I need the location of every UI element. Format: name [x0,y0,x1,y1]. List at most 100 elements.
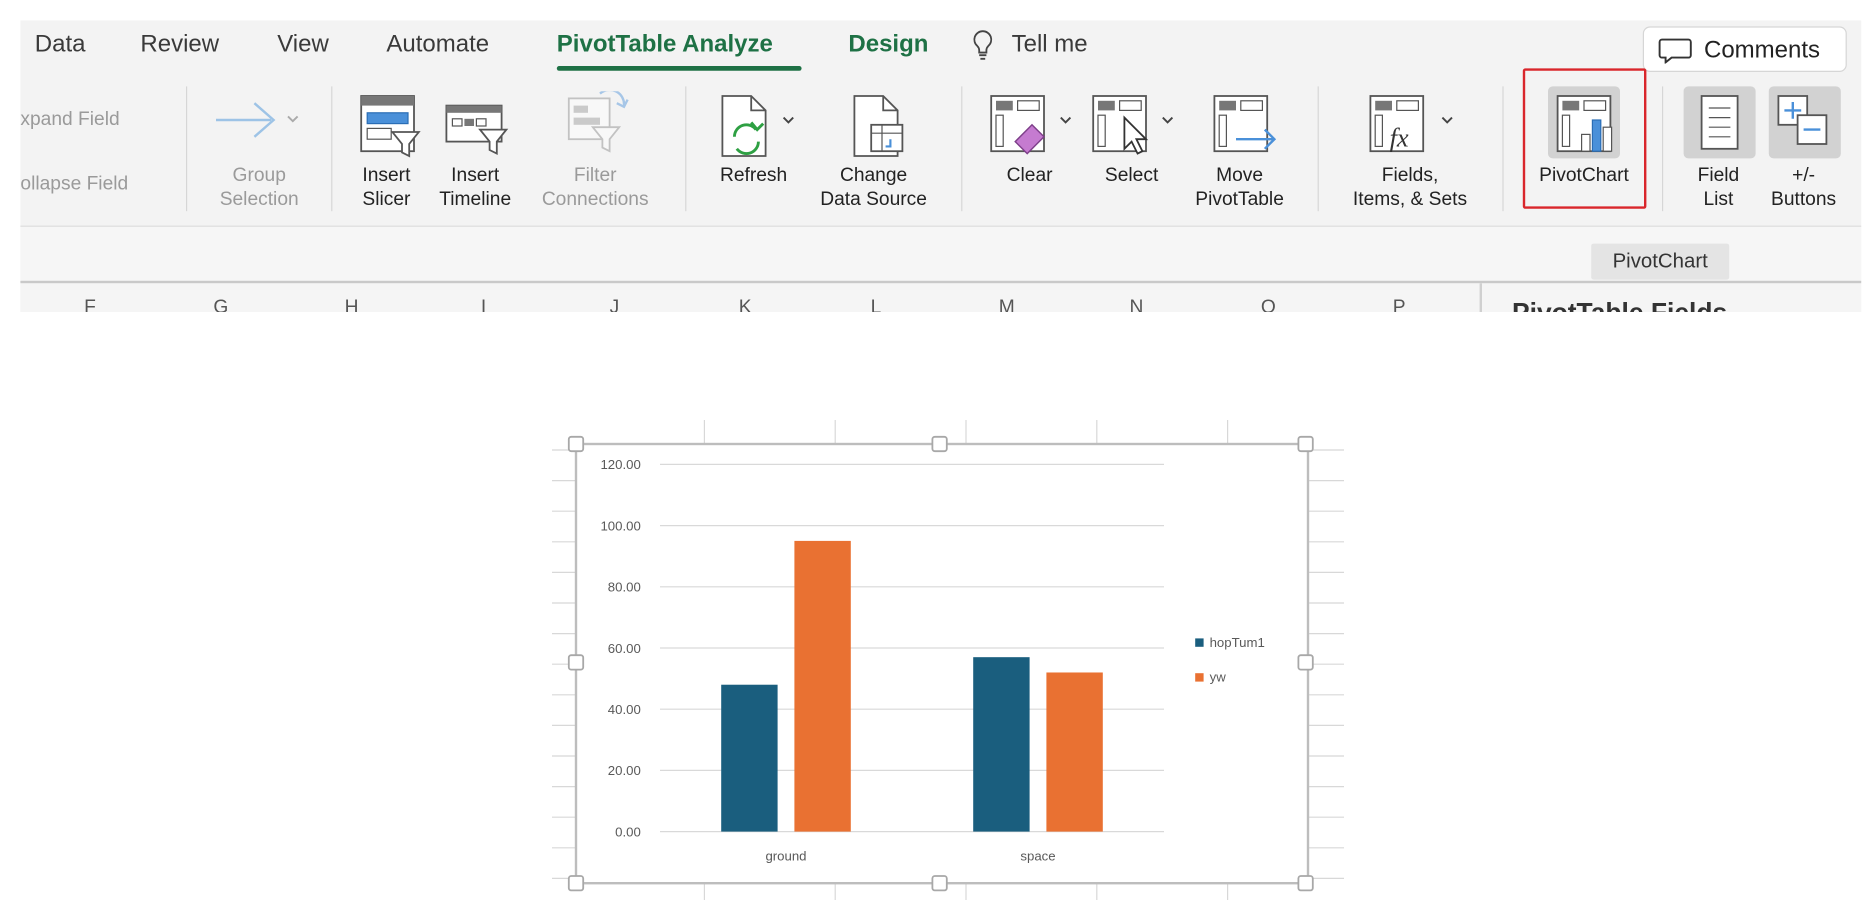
refresh-button[interactable]: Refresh [708,164,799,188]
pivotchart-highlight-box [1522,68,1647,209]
bar-hopTum1-ground[interactable] [721,684,778,832]
move-pivottable-label-1: Move [1216,165,1264,186]
filter-connections-button[interactable]: Filter Connections [532,164,659,212]
tab-view[interactable]: View [277,31,329,59]
refresh-icon [718,94,802,165]
column-header-row: F G H I J K L M N O P PivotTable Fields [20,280,1862,312]
x-tick-label: space [1020,848,1055,863]
resize-handle[interactable] [567,654,585,671]
plus-minus-buttons-button[interactable]: +/- Buttons [1762,164,1846,212]
legend-label: yw [1210,670,1227,685]
pivot-chart-svg: 0.00 20.00 40.00 60.00 80.00 100.00 120.00 gro… [552,420,1344,901]
move-pivottable-icon [1212,94,1279,162]
legend-swatch [1195,673,1204,682]
collapse-field-button[interactable]: ollapse Field [20,173,128,197]
move-pivottable-button[interactable]: Move PivotTable [1186,164,1294,212]
insert-slicer-label-1: Insert [362,165,411,186]
legend-label: hopTum1 [1210,635,1265,650]
y-tick-label: 120.00 [600,457,640,472]
column-header-o[interactable]: O [1256,298,1280,312]
column-header-m[interactable]: M [995,298,1019,312]
chart-frame[interactable] [574,442,1310,885]
resize-handle[interactable] [931,875,948,892]
column-header-l[interactable]: L [864,298,888,312]
bar-yw-space[interactable] [1046,672,1103,832]
tab-pivottable-analyze[interactable]: PivotTable Analyze [557,31,773,59]
resize-handle[interactable] [1297,875,1314,892]
column-header-p[interactable]: P [1387,298,1411,312]
insert-timeline-button[interactable]: Insert Timeline [432,164,518,212]
ribbon-separator [1502,86,1504,212]
select-button[interactable]: Select [1094,164,1168,188]
resize-handle[interactable] [1297,435,1314,453]
filter-connections-label-2: Connections [541,189,649,211]
x-tick-label: ground [765,848,806,863]
plus-minus-label-2: Buttons [1771,189,1837,211]
fields-items-sets-icon: fx [1368,94,1459,162]
resize-handle[interactable] [1297,654,1314,671]
field-list-label-2: List [1703,189,1734,211]
pane-divider [1479,283,1482,312]
expand-field-button[interactable]: xpand Field [20,108,119,132]
formula-bar[interactable] [20,225,1862,282]
column-header-f[interactable]: F [78,298,102,312]
column-header-k[interactable]: K [733,298,757,312]
resize-handle[interactable] [567,435,585,453]
ribbon-separator [1662,86,1664,212]
tab-data[interactable]: Data [35,31,86,59]
select-cursor-icon [1091,94,1180,162]
tell-me-search[interactable]: Tell me [1012,31,1088,59]
clear-button[interactable]: Clear [996,164,1063,188]
ribbon-separator [1317,86,1319,212]
y-tick-label: 80.00 [608,580,641,595]
insert-timeline-label-1: Insert [451,165,500,186]
y-tick-label: 20.00 [608,763,641,778]
ribbon-separator [685,86,687,212]
fields-items-sets-button[interactable]: Fields, Items, & Sets [1339,164,1481,212]
active-tab-indicator [556,66,802,71]
change-data-source-button[interactable]: Change Data Source [811,164,936,212]
column-header-g[interactable]: G [209,298,233,312]
y-tick-label: 100.00 [600,518,640,533]
y-tick-label: 60.00 [608,641,641,656]
eraser-icon [989,94,1078,162]
field-list-label-1: Field [1697,165,1740,186]
field-list-button[interactable]: Field List [1686,164,1751,212]
filter-connections-icon [564,88,631,164]
tab-automate[interactable]: Automate [386,31,489,59]
pivot-chart[interactable]: 0.00 20.00 40.00 60.00 80.00 100.00 120.00 gro… [552,420,1344,901]
pivotchart-tooltip: PivotChart [1591,243,1730,280]
change-data-source-icon [850,94,910,165]
svg-text:fx: fx [1390,122,1409,152]
resize-handle[interactable] [567,875,585,892]
fields-items-sets-label-1: Fields, [1381,165,1439,186]
fields-items-sets-label-2: Items, & Sets [1352,189,1468,211]
resize-handle[interactable] [931,435,948,453]
y-tick-label: 0.00 [615,824,641,839]
insert-timeline-label-2: Timeline [439,189,512,211]
column-header-n[interactable]: N [1124,298,1148,312]
comments-label: Comments [1704,37,1821,64]
change-data-source-label-2: Data Source [820,189,927,211]
insert-slicer-button[interactable]: Insert Slicer [355,164,417,212]
lightbulb-icon [971,29,995,69]
legend-swatch [1195,638,1204,647]
bar-yw-ground[interactable] [794,540,851,832]
move-pivottable-label-2: PivotTable [1195,189,1284,211]
ribbon-separator [961,86,963,212]
y-tick-label: 40.00 [608,702,641,717]
bar-hopTum1-space[interactable] [973,657,1030,832]
column-header-h[interactable]: H [340,298,364,312]
column-header-j[interactable]: J [602,298,626,312]
tab-design[interactable]: Design [848,31,928,59]
group-selection-button[interactable]: Group Selection [211,164,307,212]
excel-ribbon-screenshot: Data Review View Automate PivotTable Ana… [0,0,1868,312]
filter-connections-label-1: Filter [573,165,617,186]
ribbon-separator [331,86,333,212]
comment-icon [1658,38,1692,64]
column-header-i[interactable]: I [472,298,496,312]
comments-button[interactable]: Comments [1642,26,1847,72]
field-list-icon [1699,94,1742,160]
tab-review[interactable]: Review [140,31,219,59]
slicer-icon [359,94,421,165]
